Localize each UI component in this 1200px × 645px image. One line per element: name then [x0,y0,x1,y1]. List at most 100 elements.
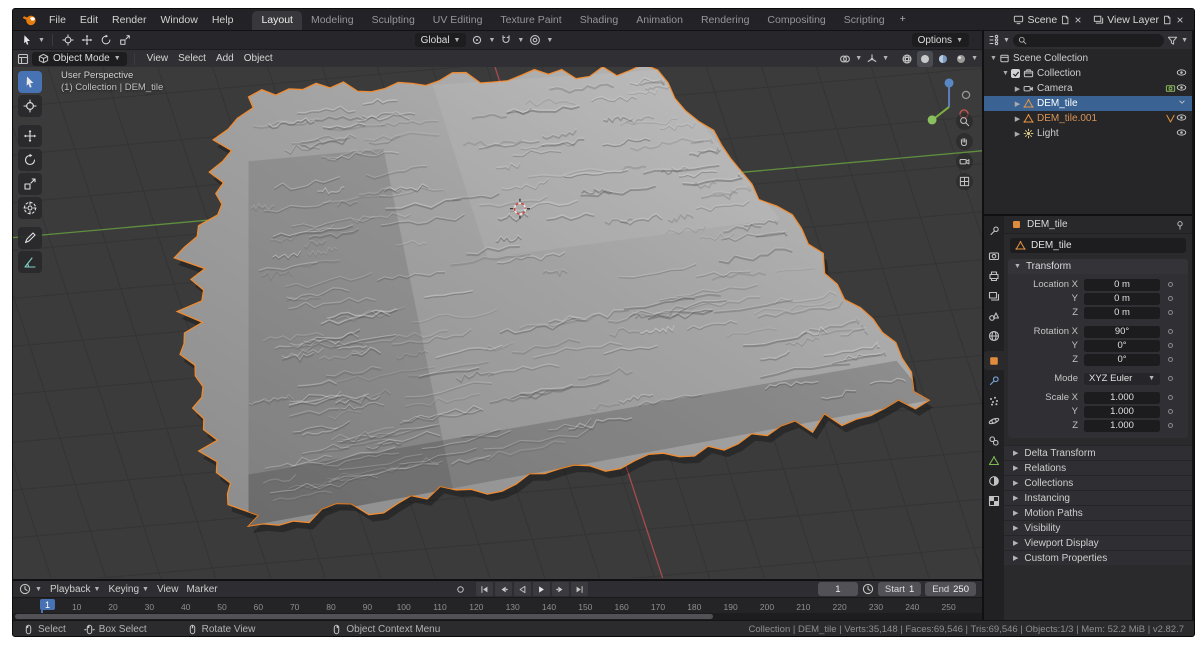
mode-dropdown[interactable]: Object Mode ▼ [32,52,127,66]
timeline-scrollbar[interactable] [15,614,713,619]
move-button[interactable] [79,32,95,48]
transform-value-field[interactable]: 0° [1084,354,1160,366]
gizmo-dot-button[interactable] [864,51,880,67]
properties-tab-view-layer[interactable] [984,286,1004,305]
transform-panel-header[interactable]: ▼ Transform [1008,259,1188,274]
visibility-eye-toggle[interactable] [1176,127,1187,141]
frame-start-field[interactable]: Start1 [878,582,921,596]
visibility-eye-toggle[interactable] [1176,82,1187,96]
cursor-button[interactable] [60,32,76,48]
animate-decorator-icon[interactable] [1164,395,1176,400]
camera-view-button[interactable] [956,153,973,170]
workspace-tab-scripting[interactable]: Scripting [835,11,894,30]
orientation-dropdown[interactable]: Global▼ [415,33,467,47]
page-icon[interactable] [1060,15,1070,25]
overlays-button[interactable] [837,51,853,67]
section-instancing[interactable]: ▶Instancing [1004,490,1192,505]
outliner-row-camera[interactable]: ▶Camera [984,81,1192,96]
properties-tab-world[interactable] [984,326,1004,345]
view-layer-selector[interactable]: View Layer [1090,14,1188,26]
viewport-menu-object[interactable]: Object [239,53,278,64]
animate-decorator-icon[interactable] [1164,357,1176,362]
transform-value-field[interactable]: 1.000 [1084,406,1160,418]
section-custom-properties[interactable]: ▶Custom Properties [1004,550,1192,565]
playhead[interactable]: 1 [40,599,55,614]
transform-value-field[interactable]: 1.000 [1084,392,1160,404]
outliner-row-collection[interactable]: ▼Collection [984,66,1192,81]
viewport-menu-view[interactable]: View [142,53,174,64]
hand-button[interactable] [956,133,973,150]
section-viewport-display[interactable]: ▶Viewport Display [1004,535,1192,550]
sphere-solid-button[interactable] [917,51,933,67]
timeline-menu-playback[interactable]: Playback▼ [46,584,105,595]
blender-logo-icon[interactable] [23,12,38,27]
tool-rotate-button[interactable] [18,149,42,171]
properties-tab-physics[interactable] [984,411,1004,430]
tool-scale-button[interactable] [18,173,42,195]
animate-decorator-icon[interactable] [1164,343,1176,348]
section-collections[interactable]: ▶Collections [1004,475,1192,490]
section-visibility[interactable]: ▶Visibility [1004,520,1192,535]
properties-tab-object-data[interactable] [984,451,1004,470]
workspace-tab-layout[interactable]: Layout [252,11,302,30]
tool-move-button[interactable] [18,125,42,147]
clock-icon[interactable] [19,583,31,595]
workspace-tab-sculpting[interactable]: Sculpting [363,11,424,30]
outliner-editor-icon[interactable] [988,34,1000,46]
menu-window[interactable]: Window [153,10,204,30]
animate-decorator-icon[interactable] [1164,296,1176,301]
tool-transform-button[interactable] [18,197,42,219]
select-box-button[interactable] [19,32,35,48]
transform-value-field[interactable]: 0 m [1084,279,1160,291]
chevron-down-icon[interactable] [1177,97,1187,110]
timeline-menu-marker[interactable]: Marker [182,584,221,595]
outliner-row-light[interactable]: ▶Light [984,126,1192,141]
tool-cursor-button[interactable] [18,95,42,117]
outliner-row-dem-tile[interactable]: ▶DEM_tile [984,96,1192,111]
timeline-menu-view[interactable]: View [153,584,183,595]
visibility-eye-toggle[interactable] [1176,67,1187,81]
properties-tab-scene[interactable] [984,306,1004,325]
workspace-tab-animation[interactable]: Animation [627,11,692,30]
transform-value-field[interactable]: 1.000 [1084,420,1160,432]
expander-right-icon[interactable]: ▶ [1012,130,1023,138]
properties-tab-modifiers[interactable] [984,371,1004,390]
next-key-button[interactable] [552,582,569,596]
workspace-tab-modeling[interactable]: Modeling [302,11,363,30]
checkbox-checked-icon[interactable] [1011,69,1020,78]
expander-down-icon[interactable]: ▼ [1000,70,1011,77]
workspace-tab-compositing[interactable]: Compositing [758,11,834,30]
transform-value-field[interactable]: 0° [1084,340,1160,352]
animate-decorator-icon[interactable] [1164,409,1176,414]
visibility-eye-toggle[interactable] [1176,112,1187,126]
viewport-3d[interactable]: User Perspective (1) Collection | DEM_ti… [13,67,982,579]
expander-right-icon[interactable]: ▶ [1012,115,1023,123]
grid-button[interactable] [956,173,973,190]
jump-start-button[interactable] [476,582,493,596]
outliner-search-input[interactable] [1013,34,1164,47]
section-motion-paths[interactable]: ▶Motion Paths [1004,505,1192,520]
play-rev-button[interactable] [514,582,531,596]
add-workspace-button[interactable]: + [894,10,912,29]
snap-magnet-button[interactable] [498,32,514,48]
outliner-row-dem-tile-001[interactable]: ▶DEM_tile.001 [984,111,1192,126]
menu-file[interactable]: File [42,10,73,30]
tool-measure-button[interactable] [18,251,42,273]
sphere-material-button[interactable] [935,51,951,67]
properties-tab-particles[interactable] [984,391,1004,410]
properties-tab-object[interactable] [984,351,1004,370]
properties-tab-texture[interactable] [984,491,1004,510]
play-button[interactable] [533,582,550,596]
sphere-wire-button[interactable] [899,51,915,67]
funnel-icon[interactable] [1167,35,1178,46]
transform-value-field[interactable]: 0 m [1084,307,1160,319]
workspace-tab-texture-paint[interactable]: Texture Paint [491,11,570,30]
timeline-menu-keying[interactable]: Keying▼ [104,584,153,595]
section-delta-transform[interactable]: ▶Delta Transform [1004,445,1192,460]
scale-button[interactable] [117,32,133,48]
options-dropdown[interactable]: Options▼ [912,33,969,47]
prev-key-button[interactable] [495,582,512,596]
menu-render[interactable]: Render [105,10,153,30]
animate-decorator-icon[interactable] [1164,282,1176,287]
menu-help[interactable]: Help [205,10,241,30]
